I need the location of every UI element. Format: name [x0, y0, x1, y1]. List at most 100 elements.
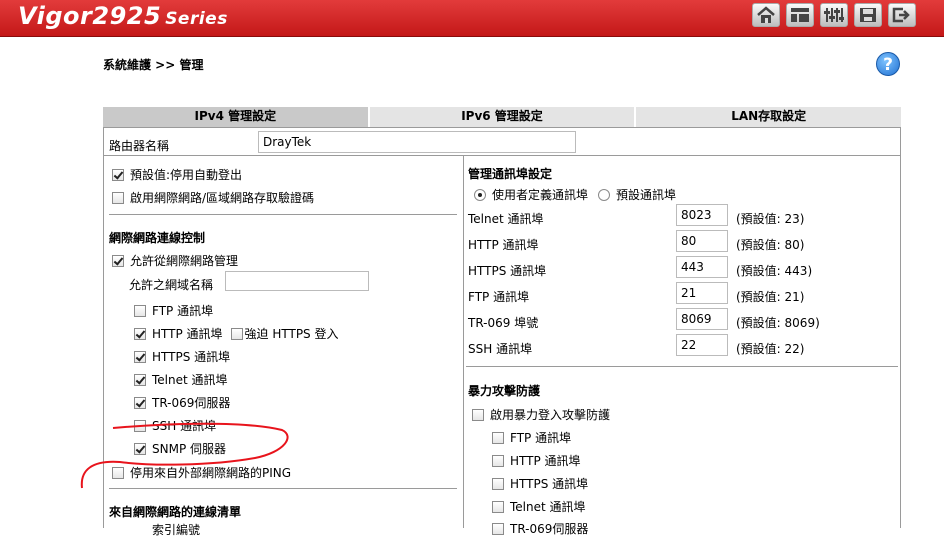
port-tr069-default: (預設值: 8069) — [736, 316, 820, 330]
app-header: Vigor2925 Series — [0, 0, 944, 37]
service-https-checkbox[interactable] — [134, 351, 146, 363]
service-ssh-row: SSH 通訊埠 — [134, 417, 216, 434]
service-snmp-checkbox[interactable] — [134, 443, 146, 455]
port-http-input[interactable] — [676, 230, 728, 252]
radio-default-ports[interactable] — [598, 189, 611, 201]
radio-default-label: 預設通訊埠 — [616, 188, 677, 202]
divider — [466, 366, 898, 367]
port-telnet-label: Telnet 通訊埠 — [468, 212, 544, 226]
port-ssh-label: SSH 通訊埠 — [468, 342, 533, 356]
help-icon[interactable]: ? — [876, 52, 900, 76]
enable-validation-label: 啟用網際網路/區域網路存取驗證碼 — [130, 191, 315, 205]
default-logout-row: 預設值:停用自動登出 — [112, 166, 242, 183]
allow-mgmt-label: 允許從網際網路管理 — [130, 254, 239, 268]
port-telnet-default: (預設值: 23) — [736, 212, 805, 226]
router-name-label: 路由器名稱 — [109, 139, 170, 153]
brute-ftp-checkbox[interactable] — [492, 432, 504, 444]
breadcrumb: 系統維護 >> 管理 — [103, 58, 204, 72]
tab-bar: IPv4 管理設定 IPv6 管理設定 LAN存取設定 — [103, 107, 902, 127]
allow-mgmt-checkbox[interactable] — [112, 255, 124, 267]
enable-validation-row: 啟用網際網路/區域網路存取驗證碼 — [112, 189, 314, 206]
brute-https-checkbox[interactable] — [492, 478, 504, 490]
service-http-row: HTTP 通訊埠 強迫 HTTPS 登入 — [134, 325, 339, 342]
port-ssh-input[interactable] — [676, 334, 728, 356]
port-section-title: 管理通訊埠設定 — [468, 167, 553, 181]
disable-ping-label: 停用來自外部網際網路的PING — [130, 466, 292, 480]
port-http-default: (預設值: 80) — [736, 238, 805, 252]
port-https-default: (預設值: 443) — [736, 264, 813, 278]
service-https-label: HTTPS 通訊埠 — [152, 350, 231, 364]
brand-series: Series — [165, 9, 228, 29]
service-tr069-row: TR-069伺服器 — [134, 394, 230, 411]
domain-label: 允許之網域名稱 — [129, 278, 214, 292]
brute-force-title: 暴力攻擊防護 — [468, 384, 541, 398]
brand-name: Vigor2925 — [18, 2, 162, 30]
service-ssh-checkbox[interactable] — [134, 420, 146, 432]
logout-icon[interactable] — [888, 3, 916, 27]
port-mode-row: 使用者定義通訊埠 預設通訊埠 — [474, 186, 676, 203]
enable-validation-checkbox[interactable] — [112, 192, 124, 204]
service-http-label: HTTP 通訊埠 — [152, 327, 223, 341]
port-ftp-label: FTP 通訊埠 — [468, 290, 530, 304]
brute-telnet-row: Telnet 通訊埠 — [492, 498, 586, 515]
service-ftp-row: FTP 通訊埠 — [134, 302, 213, 319]
divider — [109, 488, 457, 489]
allow-mgmt-row: 允許從網際網路管理 — [112, 252, 238, 269]
brute-http-row: HTTP 通訊埠 — [492, 452, 581, 469]
port-tr069-label: TR-069 埠號 — [468, 316, 539, 330]
port-https-label: HTTPS 通訊埠 — [468, 264, 547, 278]
brute-http-checkbox[interactable] — [492, 455, 504, 467]
enable-brute-label: 啟用暴力登入攻擊防護 — [490, 408, 611, 422]
port-http-label: HTTP 通訊埠 — [468, 238, 539, 252]
port-ftp-default: (預設值: 21) — [736, 290, 805, 304]
radio-custom-ports[interactable] — [474, 189, 486, 201]
port-https-input[interactable] — [676, 256, 728, 278]
service-snmp-label: SNMP 伺服器 — [152, 442, 226, 456]
force-https-label: 強迫 HTTPS 登入 — [244, 327, 339, 341]
column-divider — [463, 156, 464, 528]
brute-ftp-label: FTP 通訊埠 — [510, 431, 572, 445]
internet-section-title: 網際網路連線控制 — [109, 231, 206, 245]
brute-ftp-row: FTP 通訊埠 — [492, 429, 571, 446]
force-https-checkbox[interactable] — [230, 328, 243, 340]
service-https-row: HTTPS 通訊埠 — [134, 348, 230, 365]
disable-ping-checkbox[interactable] — [112, 467, 124, 479]
router-name-input[interactable] — [258, 131, 576, 153]
service-ftp-checkbox[interactable] — [134, 305, 146, 317]
brute-tr069-row: TR-069伺服器 — [492, 520, 588, 537]
default-logout-checkbox[interactable] — [112, 169, 124, 181]
service-tr069-checkbox[interactable] — [134, 397, 146, 409]
access-list-title: 來自網際網路的連線清單 — [109, 505, 242, 519]
service-http-checkbox[interactable] — [134, 328, 146, 340]
brand-logo: Vigor2925 Series — [18, 2, 228, 30]
tab-ipv4[interactable]: IPv4 管理設定 — [103, 107, 370, 127]
router-name-row: 路由器名稱 — [104, 128, 900, 156]
brute-telnet-label: Telnet 通訊埠 — [510, 500, 586, 514]
access-list-index-header: 索引編號 — [152, 523, 201, 537]
brute-tr069-label: TR-069伺服器 — [510, 522, 589, 536]
service-telnet-row: Telnet 通訊埠 — [134, 371, 228, 388]
port-ftp-input[interactable] — [676, 282, 728, 304]
tab-lan-access[interactable]: LAN存取設定 — [636, 107, 902, 127]
save-icon[interactable] — [854, 3, 882, 27]
port-telnet-input[interactable] — [676, 204, 728, 226]
service-telnet-checkbox[interactable] — [134, 374, 146, 386]
brute-https-label: HTTPS 通訊埠 — [510, 477, 589, 491]
brute-http-label: HTTP 通訊埠 — [510, 454, 581, 468]
enable-brute-row: 啟用暴力登入攻擊防護 — [472, 406, 610, 423]
default-logout-label: 預設值:停用自動登出 — [130, 168, 243, 182]
home-icon[interactable] — [752, 3, 780, 27]
brute-telnet-checkbox[interactable] — [492, 501, 504, 513]
service-snmp-row: SNMP 伺服器 — [134, 440, 226, 457]
divider — [109, 214, 457, 215]
sliders-icon[interactable] — [820, 3, 848, 27]
service-telnet-label: Telnet 通訊埠 — [152, 373, 228, 387]
layout-icon[interactable] — [786, 3, 814, 27]
port-tr069-input[interactable] — [676, 308, 728, 330]
domain-input[interactable] — [225, 271, 369, 291]
service-ssh-label: SSH 通訊埠 — [152, 419, 217, 433]
tab-ipv6[interactable]: IPv6 管理設定 — [369, 107, 637, 127]
enable-brute-checkbox[interactable] — [472, 409, 484, 421]
brute-tr069-checkbox[interactable] — [492, 523, 504, 535]
settings-panel: 路由器名稱 預設值:停用自動登出 啟用網際網路/區域網路存取驗證碼 網際網路連線… — [103, 127, 901, 537]
